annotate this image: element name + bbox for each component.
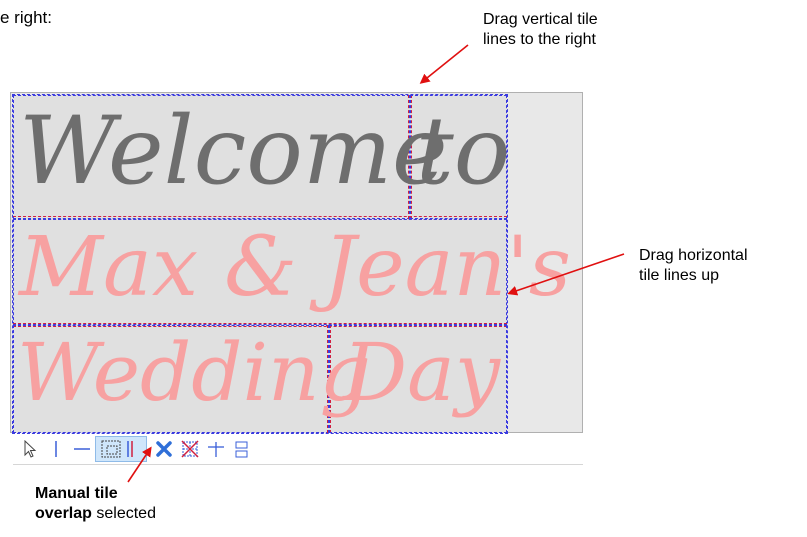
arrow-vertical-tile bbox=[419, 44, 469, 84]
arrow-horizontal-tile bbox=[507, 253, 625, 296]
arrow-manual-overlap bbox=[127, 446, 152, 483]
annotation-arrows bbox=[127, 44, 625, 483]
